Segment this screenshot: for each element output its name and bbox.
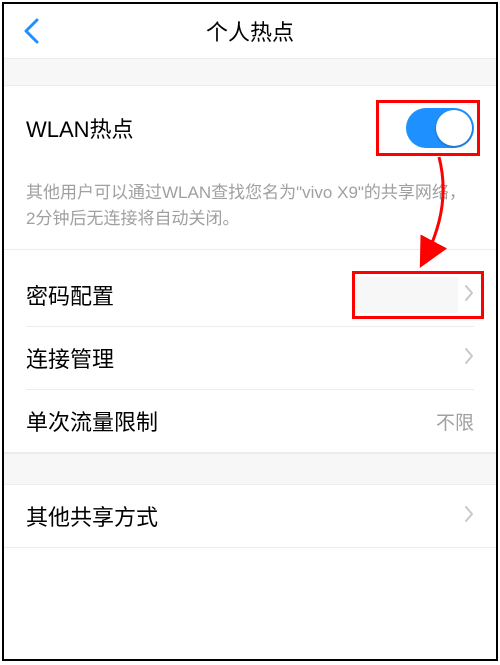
wlan-hotspot-row: WLAN热点 [4, 86, 496, 170]
connection-mgmt-label: 连接管理 [26, 342, 114, 374]
data-limit-label: 单次流量限制 [26, 405, 158, 437]
wlan-hotspot-label: WLAN热点 [26, 112, 134, 144]
connection-mgmt-row[interactable]: 连接管理 [4, 327, 496, 389]
section-gap [4, 453, 496, 485]
chevron-right-icon [464, 505, 474, 528]
chevron-left-icon [23, 18, 39, 44]
password-value-blurred [352, 277, 458, 313]
other-share-row[interactable]: 其他共享方式 [4, 485, 496, 547]
data-limit-value: 不限 [436, 408, 474, 435]
chevron-right-icon [464, 284, 474, 307]
hotspot-help-text: 其他用户可以通过WLAN查找您名为"vivo X9"的共享网络，2分钟后无连接将… [4, 170, 496, 250]
section-gap [4, 58, 496, 86]
toggle-knob [436, 110, 472, 146]
wlan-hotspot-toggle[interactable] [406, 108, 474, 148]
password-config-row[interactable]: 密码配置 [4, 264, 496, 326]
password-config-label: 密码配置 [26, 279, 114, 311]
divider [4, 547, 496, 548]
page-title: 个人热点 [206, 15, 294, 47]
back-button[interactable] [16, 16, 46, 46]
other-share-label: 其他共享方式 [26, 500, 158, 532]
data-limit-row[interactable]: 单次流量限制 不限 [4, 390, 496, 452]
chevron-right-icon [464, 347, 474, 370]
spacer [4, 250, 496, 264]
